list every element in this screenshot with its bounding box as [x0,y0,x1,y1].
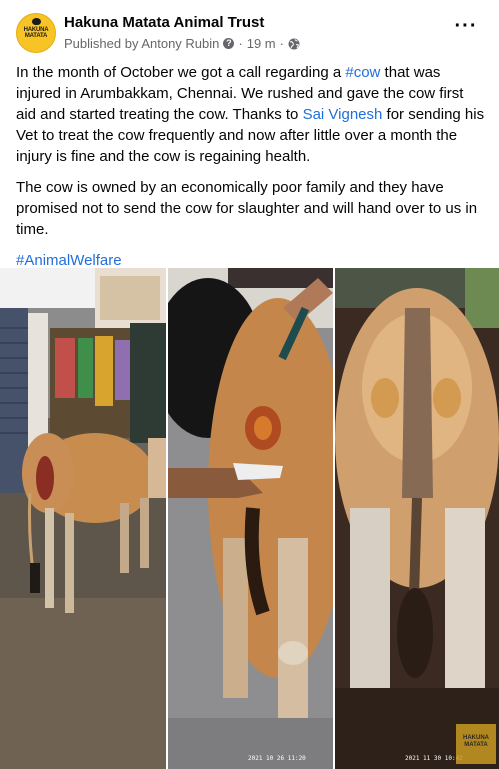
avatar-logo-text: HAKUNA MATATA [23,27,49,39]
page-name-link[interactable]: Hakuna Matata Animal Trust [64,14,264,31]
meta-separator: · [238,36,243,51]
paw-icon [32,18,41,25]
hakuna-matata-watermark: HAKUNA MATATA [456,724,496,764]
post-header: HAKUNA MATATA Hakuna Matata Animal Trust… [0,0,499,60]
post-time[interactable]: 19 m [247,36,276,51]
meta-separator-2: · [279,36,284,51]
photo-cow-street[interactable] [0,268,166,769]
post-paragraph-1: In the month of October we got a call re… [16,62,486,167]
hashtag-cow-link[interactable]: #cow [345,64,380,81]
globe-icon [288,38,300,49]
post-paragraph-2: The cow is owned by an economically poor… [16,179,478,238]
question-circle-icon[interactable]: ? [223,38,235,49]
post-meta: Published by Antony Rubin ? · 19 m · [64,36,300,51]
sai-vignesh-link[interactable]: Sai Vignesh [303,106,383,123]
photo-grid: 2021 10 26 11:20 2021 11 30 10:42 [0,268,499,769]
hashtag-animalwelfare-link[interactable]: #AnimalWelfare [16,252,122,269]
photo-cow-healed[interactable]: 2021 11 30 10:42 [335,268,499,769]
more-horizontal-icon: ··· [454,15,478,37]
more-options-button[interactable]: ··· [452,15,480,46]
page-avatar[interactable]: HAKUNA MATATA [16,13,56,53]
published-by[interactable]: Published by Antony Rubin [64,36,219,51]
p1-text-1: In the month of October we got a call re… [16,64,346,81]
timestamp-photo-2: 2021 10 26 11:20 [248,755,306,762]
photo-vet-treatment[interactable]: 2021 10 26 11:20 [168,268,333,769]
post-body: In the month of October we got a call re… [16,62,486,281]
timestamp-photo-3: 2021 11 30 10:42 [405,755,463,762]
